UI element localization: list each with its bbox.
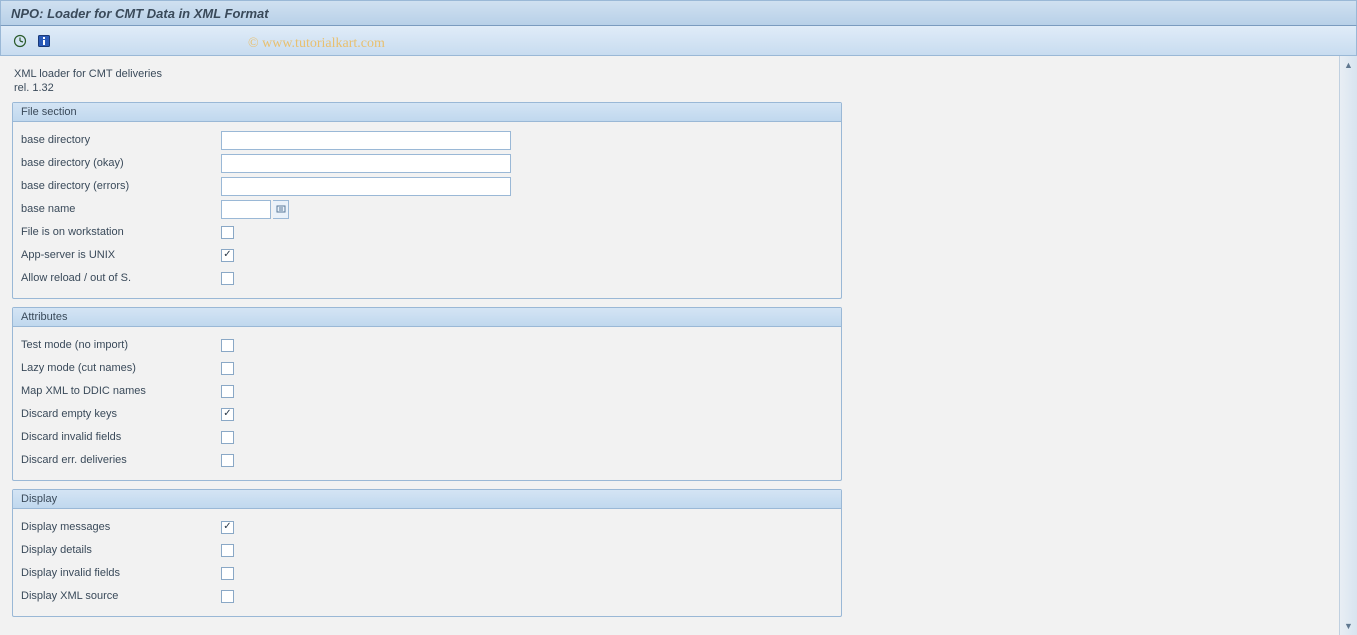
group-file-body: base directory base directory (okay) bas…	[13, 122, 841, 298]
content-wrap: XML loader for CMT deliveries rel. 1.32 …	[0, 56, 1357, 635]
group-file-header: File section	[13, 103, 841, 122]
row-lazy-mode: Lazy mode (cut names)	[21, 357, 833, 379]
row-display-invalid: Display invalid fields	[21, 562, 833, 584]
title-bar: NPO: Loader for CMT Data in XML Format	[0, 0, 1357, 26]
row-base-name: base name	[21, 198, 833, 220]
row-reload: Allow reload / out of S.	[21, 267, 833, 289]
execute-icon[interactable]	[11, 32, 29, 50]
checkbox-display-details[interactable]	[221, 544, 234, 557]
label-file-ws: File is on workstation	[21, 226, 221, 238]
row-discard-empty: Discard empty keys	[21, 403, 833, 425]
group-display-body: Display messages Display details Display…	[13, 509, 841, 616]
label-lazy-mode: Lazy mode (cut names)	[21, 362, 221, 374]
checkbox-discard-empty[interactable]	[221, 408, 234, 421]
group-file-section: File section base directory base directo…	[12, 102, 842, 299]
label-base-dir-ok: base directory (okay)	[21, 157, 221, 169]
checkbox-map-xml[interactable]	[221, 385, 234, 398]
label-reload: Allow reload / out of S.	[21, 272, 221, 284]
label-discard-err: Discard err. deliveries	[21, 454, 221, 466]
input-base-dir-ok[interactable]	[221, 154, 511, 173]
group-attributes: Attributes Test mode (no import) Lazy mo…	[12, 307, 842, 481]
row-map-xml: Map XML to DDIC names	[21, 380, 833, 402]
checkbox-display-xml[interactable]	[221, 590, 234, 603]
label-base-dir-err: base directory (errors)	[21, 180, 221, 192]
row-discard-invalid: Discard invalid fields	[21, 426, 833, 448]
label-display-msg: Display messages	[21, 521, 221, 533]
checkbox-display-invalid[interactable]	[221, 567, 234, 580]
row-display-xml: Display XML source	[21, 585, 833, 607]
checkbox-lazy-mode[interactable]	[221, 362, 234, 375]
row-base-dir-err: base directory (errors)	[21, 175, 833, 197]
info-line-1: XML loader for CMT deliveries	[14, 68, 1327, 80]
checkbox-file-ws[interactable]	[221, 226, 234, 239]
label-map-xml: Map XML to DDIC names	[21, 385, 221, 397]
row-unix: App-server is UNIX	[21, 244, 833, 266]
label-display-invalid: Display invalid fields	[21, 567, 221, 579]
label-base-name: base name	[21, 203, 221, 215]
group-display: Display Display messages Display details…	[12, 489, 842, 617]
row-test-mode: Test mode (no import)	[21, 334, 833, 356]
f4-help-icon[interactable]	[273, 200, 289, 219]
row-display-details: Display details	[21, 539, 833, 561]
checkbox-discard-err[interactable]	[221, 454, 234, 467]
checkbox-discard-invalid[interactable]	[221, 431, 234, 444]
info-icon[interactable]	[35, 32, 53, 50]
label-display-xml: Display XML source	[21, 590, 221, 602]
label-discard-invalid: Discard invalid fields	[21, 431, 221, 443]
checkbox-unix[interactable]	[221, 249, 234, 262]
main-content: XML loader for CMT deliveries rel. 1.32 …	[0, 56, 1339, 635]
label-display-details: Display details	[21, 544, 221, 556]
row-discard-err: Discard err. deliveries	[21, 449, 833, 471]
label-base-dir: base directory	[21, 134, 221, 146]
app-toolbar	[0, 26, 1357, 56]
input-base-dir-err[interactable]	[221, 177, 511, 196]
row-base-dir-ok: base directory (okay)	[21, 152, 833, 174]
row-base-dir: base directory	[21, 129, 833, 151]
row-display-msg: Display messages	[21, 516, 833, 538]
label-test-mode: Test mode (no import)	[21, 339, 221, 351]
input-base-name[interactable]	[221, 200, 271, 219]
row-file-ws: File is on workstation	[21, 221, 833, 243]
label-unix: App-server is UNIX	[21, 249, 221, 261]
scroll-up-icon[interactable]: ▲	[1342, 58, 1356, 72]
checkbox-display-msg[interactable]	[221, 521, 234, 534]
input-base-dir[interactable]	[221, 131, 511, 150]
label-discard-empty: Discard empty keys	[21, 408, 221, 420]
group-attr-header: Attributes	[13, 308, 841, 327]
group-display-header: Display	[13, 490, 841, 509]
checkbox-reload[interactable]	[221, 272, 234, 285]
page-title: NPO: Loader for CMT Data in XML Format	[11, 6, 269, 21]
vertical-scrollbar[interactable]: ▲ ▼	[1339, 56, 1357, 635]
info-line-2: rel. 1.32	[14, 82, 1327, 94]
group-attr-body: Test mode (no import) Lazy mode (cut nam…	[13, 327, 841, 480]
checkbox-test-mode[interactable]	[221, 339, 234, 352]
scroll-down-icon[interactable]: ▼	[1342, 619, 1356, 633]
